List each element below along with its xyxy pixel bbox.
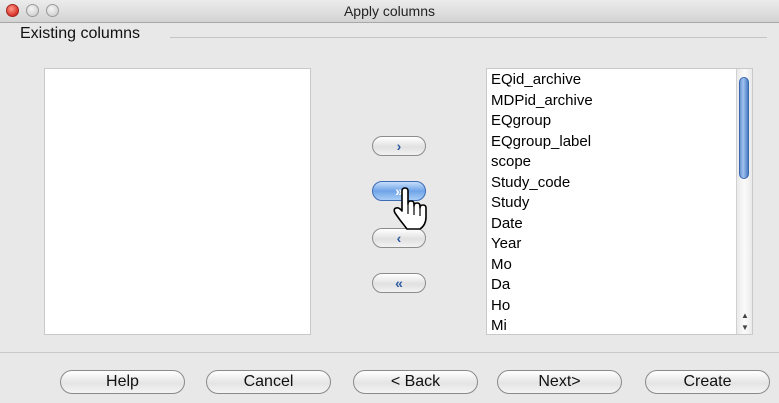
list-item[interactable]: EQgroup — [489, 111, 593, 132]
window-titlebar[interactable]: Apply columns — [0, 0, 779, 23]
list-item[interactable]: Study_code — [489, 173, 593, 194]
list-item[interactable]: Study — [489, 193, 593, 214]
create-button[interactable]: Create — [645, 370, 770, 394]
remove-all-button[interactable]: « — [372, 273, 426, 293]
list-item[interactable]: EQid_archive — [489, 70, 593, 91]
selected-columns-list[interactable] — [44, 68, 311, 335]
add-selected-button[interactable]: › — [372, 136, 426, 156]
available-columns-list[interactable]: EQid_archive MDPid_archive EQgroup EQgro… — [486, 68, 753, 335]
list-item[interactable]: Mo — [489, 255, 593, 276]
cancel-button[interactable]: Cancel — [206, 370, 331, 394]
help-button[interactable]: Help — [60, 370, 185, 394]
list-item[interactable]: EQgroup_label — [489, 132, 593, 153]
group-divider — [170, 37, 767, 38]
next-button[interactable]: Next> — [497, 370, 622, 394]
list-item[interactable]: Date — [489, 214, 593, 235]
footer-divider — [0, 352, 779, 353]
chevron-right-icon: › — [396, 138, 402, 154]
back-button[interactable]: < Back — [353, 370, 478, 394]
window-title: Apply columns — [343, 3, 436, 19]
hand-cursor-icon — [393, 187, 427, 230]
list-item[interactable]: Ho — [489, 296, 593, 317]
vertical-scrollbar[interactable]: ▲ ▼ — [736, 69, 752, 334]
list-item[interactable]: scope — [489, 152, 593, 173]
scroll-down-icon[interactable]: ▼ — [741, 323, 749, 332]
scrollbar-thumb[interactable] — [739, 77, 749, 179]
double-chevron-left-icon: « — [395, 275, 403, 291]
list-item[interactable]: MDPid_archive — [489, 91, 593, 112]
list-item[interactable]: Da — [489, 275, 593, 296]
remove-selected-button[interactable]: ‹ — [372, 228, 426, 248]
scroll-up-icon[interactable]: ▲ — [741, 311, 749, 320]
list-item[interactable]: Mi — [489, 316, 593, 334]
list-item[interactable]: Year — [489, 234, 593, 255]
chevron-left-icon: ‹ — [396, 230, 402, 246]
existing-columns-label: Existing columns — [20, 25, 147, 43]
